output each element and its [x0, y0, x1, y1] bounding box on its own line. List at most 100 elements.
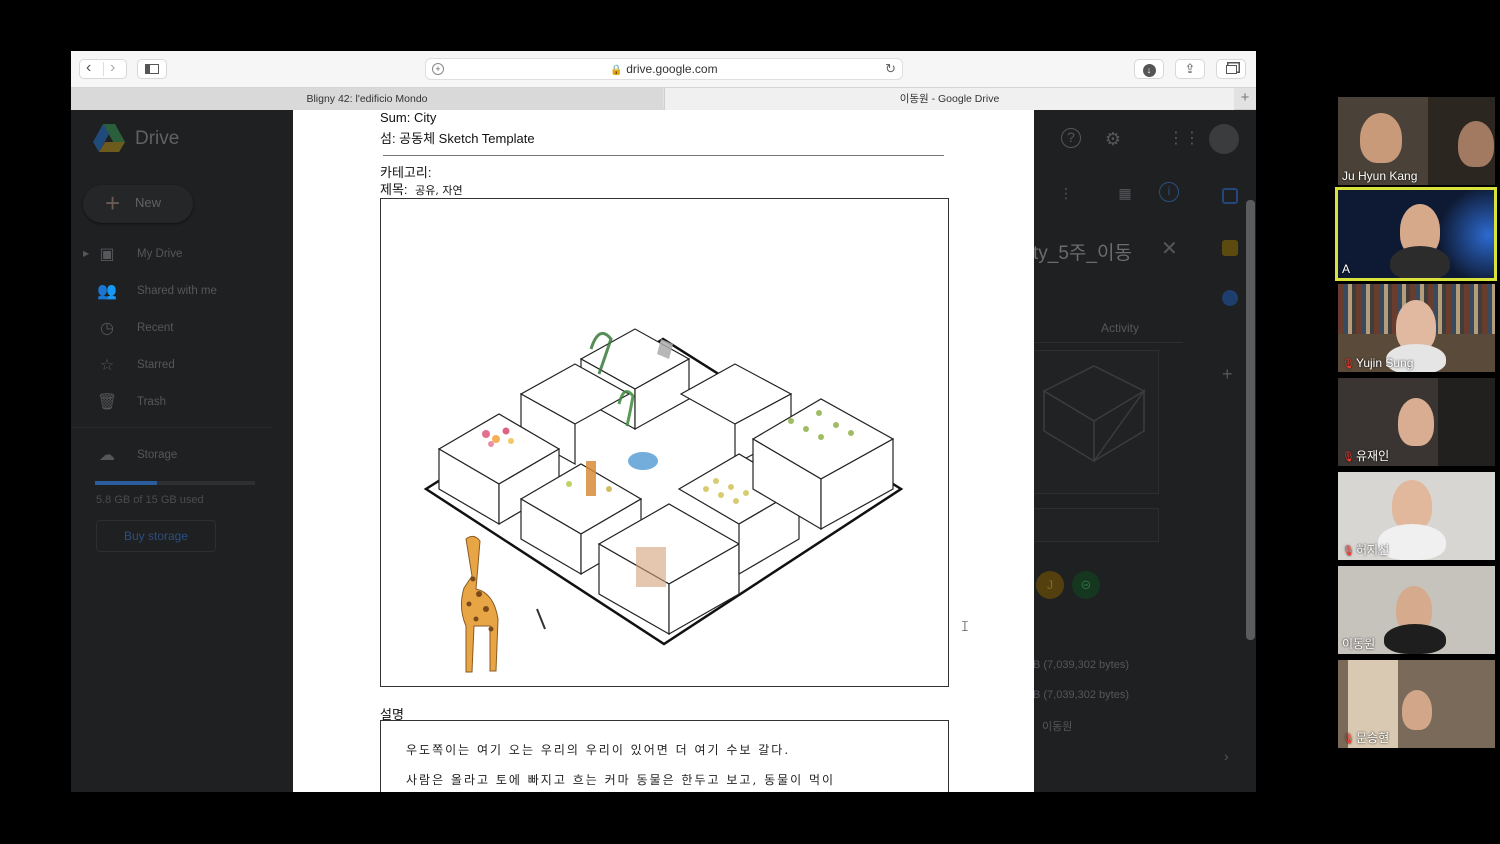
- participant-tile[interactable]: Ju Hyun Kang: [1338, 97, 1495, 185]
- participant-face: [1392, 480, 1432, 530]
- my-drive-icon: ▣: [99, 246, 115, 263]
- downloads-button[interactable]: ↓: [1134, 59, 1164, 79]
- nav-label-my-drive: My Drive: [137, 248, 183, 260]
- participant-name-row: 🎙Yujin Sung: [1342, 356, 1413, 370]
- drive-logo-icon: [93, 124, 125, 152]
- details-title: ty_5주_이동: [1033, 243, 1132, 264]
- new-tab-button[interactable]: +: [1234, 88, 1256, 110]
- participant-tile[interactable]: 🎙허지선: [1338, 472, 1495, 560]
- storage-used-size: B (7,039,302 bytes): [1033, 689, 1130, 701]
- browser-toolbar: ‹ › + 🔒 drive.google.com ↻ ↓ ⇪: [71, 51, 1256, 87]
- close-icon[interactable]: ✕: [1161, 236, 1178, 261]
- participant-tile-active-speaker[interactable]: A: [1335, 187, 1497, 281]
- nav-item-storage[interactable]: ☁ Storage: [71, 441, 271, 471]
- scrollbar[interactable]: [1246, 200, 1255, 640]
- tabs-icon: [1225, 65, 1237, 74]
- info-icon[interactable]: i: [1159, 182, 1179, 202]
- calendar-icon[interactable]: [1222, 188, 1238, 204]
- storage-bar: [95, 481, 255, 485]
- buy-storage-button[interactable]: Buy storage: [96, 520, 216, 552]
- preview-sketch-image: [1042, 365, 1146, 463]
- participant-tile[interactable]: 이동원: [1338, 566, 1495, 654]
- background-door: [1438, 378, 1495, 466]
- doc-title-label: 제목:: [380, 182, 408, 197]
- reload-icon[interactable]: ↻: [885, 59, 896, 79]
- trash-icon: 🗑: [97, 394, 118, 411]
- nav-item-starred[interactable]: ☆ Starred: [71, 351, 271, 381]
- address-bar[interactable]: + 🔒 drive.google.com ↻: [425, 58, 903, 80]
- document-preview: Sum: City 섬: 공동체 Sketch Template 카테고리: 제…: [293, 110, 1034, 792]
- mic-muted-icon: 🎙: [1342, 452, 1355, 463]
- sketch-drawing-frame: [380, 198, 949, 687]
- new-button-label: New: [135, 195, 162, 210]
- drive-title: Drive: [135, 128, 180, 149]
- nav-item-recent[interactable]: ◷ Recent: [71, 314, 271, 344]
- cloud-icon: ☁: [99, 447, 115, 464]
- doc-title-line: 제목: 공유, 자연: [380, 179, 463, 198]
- new-button[interactable]: + New: [83, 185, 193, 223]
- participant-name: 문승현: [1356, 731, 1390, 745]
- participant-name-row: 🎙유재인: [1342, 447, 1389, 464]
- participant-tile[interactable]: 🎙유재인: [1338, 378, 1495, 466]
- storage-used-text: 5.8 GB of 15 GB used: [96, 494, 204, 506]
- participant-name-row: 🎙허지선: [1342, 541, 1389, 558]
- nav-item-trash[interactable]: 🗑 Trash: [71, 388, 271, 418]
- url-text: drive.google.com: [626, 62, 718, 76]
- add-addon-icon[interactable]: +: [1222, 364, 1233, 385]
- tab-google-drive[interactable]: 이동원 - Google Drive: [664, 88, 1234, 110]
- link-icon[interactable]: ⊝: [1072, 571, 1100, 599]
- back-forward-group: ‹ ›: [79, 59, 127, 79]
- star-icon: ☆: [99, 357, 115, 374]
- clock-icon: ◷: [100, 320, 114, 337]
- nav-item-shared[interactable]: 👥 Shared with me: [71, 277, 271, 307]
- participant-name: A: [1342, 262, 1351, 276]
- nav-divider: [71, 427, 271, 428]
- back-icon[interactable]: ‹: [86, 59, 91, 77]
- settings-gear-icon[interactable]: ⚙: [1102, 128, 1124, 150]
- details-tab-divider: [1033, 342, 1183, 343]
- share-icon: ⇪: [1184, 61, 1196, 76]
- owner-name: 이동원: [1042, 721, 1073, 733]
- handwriting-line-1: 우도쪽이는 여기 오는 우리의 우리이 있어면 더 여기 수보 갈다.: [406, 743, 791, 757]
- doc-divider: [383, 155, 944, 156]
- tab-activity[interactable]: Activity: [1101, 321, 1139, 335]
- sidebar-toggle-button[interactable]: [137, 59, 167, 79]
- file-preview-thumbnail[interactable]: [1033, 350, 1159, 494]
- tab-bligny[interactable]: Bligny 42: l'edificio Mondo: [71, 88, 663, 110]
- keep-icon[interactable]: [1222, 240, 1238, 256]
- forward-icon[interactable]: ›: [110, 59, 115, 77]
- participant-name: 이동원: [1342, 637, 1376, 651]
- nav-label-shared: Shared with me: [137, 285, 217, 297]
- more-vert-icon[interactable]: ⋮: [1055, 182, 1077, 204]
- tab-overview-button[interactable]: [1216, 59, 1246, 79]
- lock-icon: 🔒: [610, 65, 623, 76]
- download-icon: ↓: [1142, 64, 1156, 77]
- expand-arrow-icon[interactable]: ▶: [83, 249, 89, 258]
- participant-name: Yujin Sung: [1356, 356, 1414, 370]
- participant-face: [1398, 398, 1434, 446]
- participant-tile[interactable]: 🎙문승현: [1338, 660, 1495, 748]
- plus-icon: +: [105, 188, 121, 218]
- account-avatar[interactable]: [1209, 124, 1239, 154]
- sidebar-icon: [145, 64, 159, 74]
- help-icon[interactable]: ?: [1061, 128, 1081, 148]
- file-size: B (7,039,302 bytes): [1033, 659, 1130, 671]
- apps-grid-icon[interactable]: ⋮⋮: [1168, 128, 1200, 150]
- participant-tile[interactable]: 🎙Yujin Sung: [1338, 284, 1495, 372]
- participant-body: [1390, 246, 1450, 278]
- chevron-right-icon[interactable]: ›: [1224, 748, 1229, 764]
- privacy-report-icon[interactable]: +: [432, 63, 444, 75]
- tasks-icon[interactable]: [1222, 290, 1238, 306]
- handwriting-line-2: 사람은 올라고 토에 빠지고 흐는 커마 동물은 한두고 보고, 동물이 먹이: [406, 773, 836, 787]
- avatar-chip-j[interactable]: J: [1036, 571, 1064, 599]
- participant-name-row: 🎙문승현: [1342, 729, 1389, 746]
- participant-body: [1384, 624, 1446, 654]
- nav-item-my-drive[interactable]: ▶ ▣ My Drive: [71, 240, 271, 270]
- mic-muted-icon: 🎙: [1342, 359, 1355, 370]
- participant-face: [1402, 690, 1432, 730]
- nav-label-storage: Storage: [137, 449, 178, 461]
- grid-view-icon[interactable]: ▦: [1114, 182, 1136, 204]
- share-button[interactable]: ⇪: [1175, 59, 1205, 79]
- isometric-city-sketch: [423, 328, 904, 673]
- participant-name: 허지선: [1356, 543, 1390, 557]
